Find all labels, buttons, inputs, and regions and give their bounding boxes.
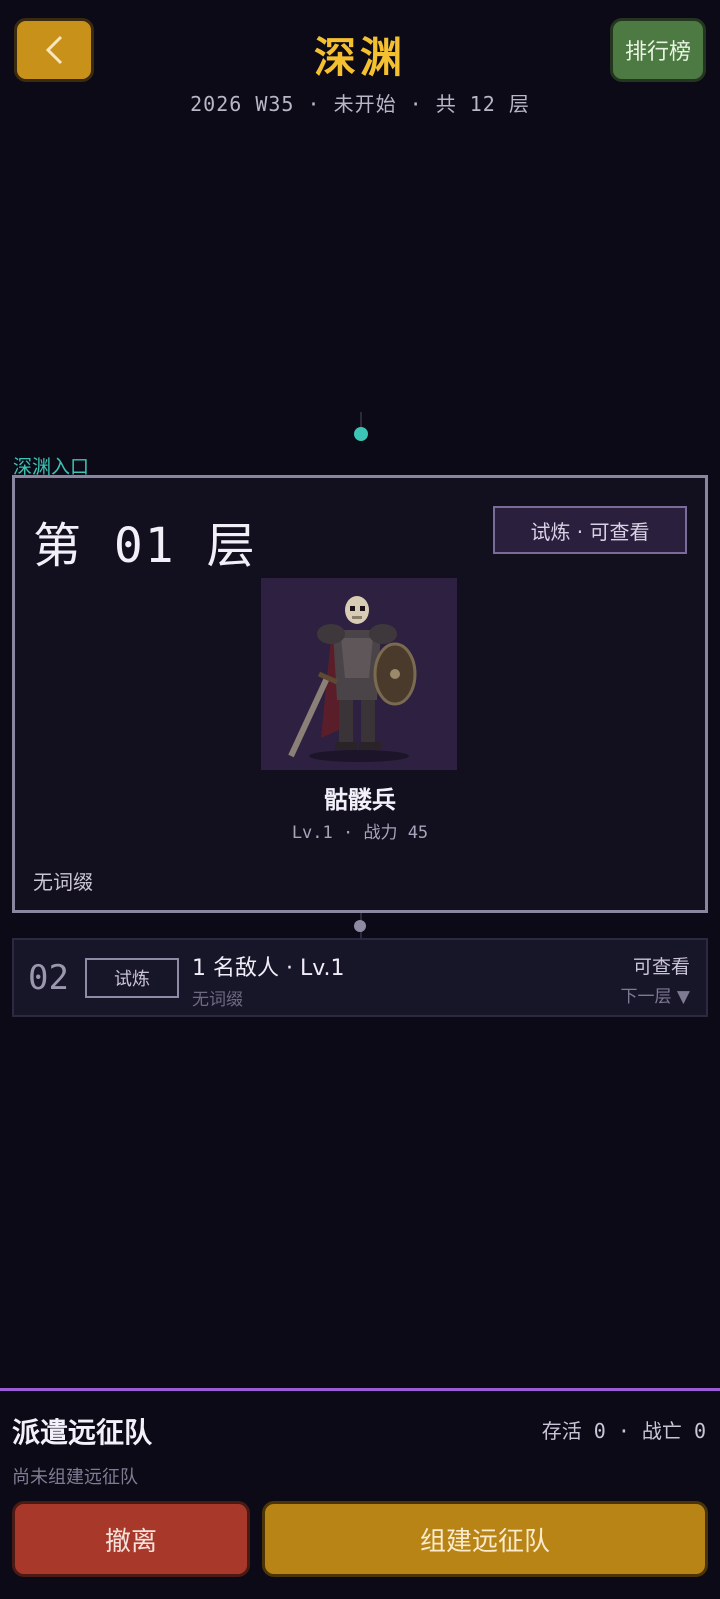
skeleton-warrior-icon: [288, 596, 417, 762]
floor-row-02[interactable]: 02 试炼 1 名敌人 · Lv.1 无词缀 可查看 下一层 ▼: [12, 938, 708, 1017]
floor-title: 第 01 层: [33, 518, 257, 574]
next-floor-link[interactable]: 下一层 ▼: [621, 982, 690, 1007]
retreat-button[interactable]: 撤离: [12, 1501, 250, 1577]
status-badge: 试炼 · 可查看: [493, 506, 687, 554]
enemy-portrait: [261, 578, 457, 770]
affix-text: 无词缀: [33, 870, 93, 894]
enemy-stats: Lv.1 · 战力 45: [291, 823, 429, 843]
dispatch-panel: 派遣远征队 存活 0 · 战亡 0 尚未组建远征队 撤离 组建远征队: [0, 1388, 720, 1599]
page-subtitle: 2026 W35 · 未开始 · 共 12 层: [190, 92, 530, 116]
form-expedition-button[interactable]: 组建远征队: [262, 1501, 708, 1577]
dispatch-note: 尚未组建远征队: [12, 1467, 138, 1488]
floor-node: [354, 920, 366, 932]
entry-node: [354, 427, 368, 441]
dispatch-title: 派遣远征队: [12, 1416, 153, 1449]
floor-state: 可查看: [632, 956, 690, 978]
dispatch-stats: 存活 0 · 战亡 0: [541, 1419, 706, 1443]
floor-number: 02: [28, 958, 69, 998]
leaderboard-button[interactable]: 排行榜: [610, 18, 706, 82]
enemy-name: 骷髅兵: [324, 786, 396, 814]
floor-summary: 1 名敌人 · Lv.1: [192, 956, 345, 981]
floor-affix: 无词缀: [192, 990, 243, 1010]
floor-card-01[interactable]: 第 01 层 试炼 · 可查看 骷髅兵 Lv.1 · 战力 45 无词缀: [12, 475, 708, 913]
floor-type-badge: 试炼: [85, 958, 179, 998]
